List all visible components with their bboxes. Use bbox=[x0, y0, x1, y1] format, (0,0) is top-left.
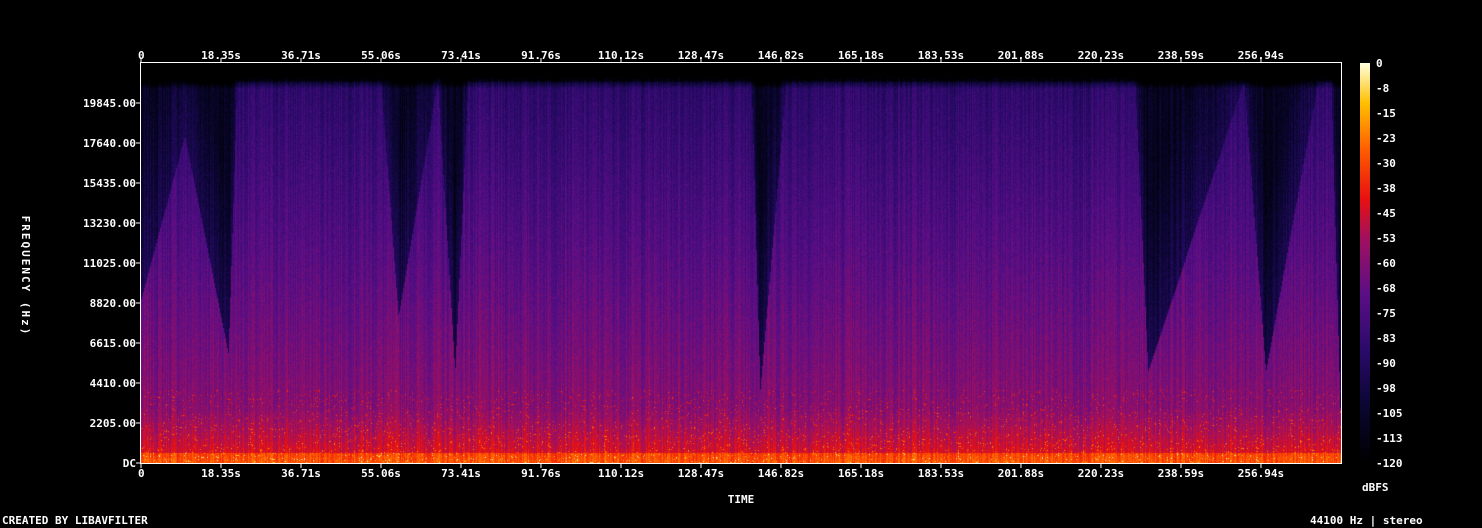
y-axis-label: FREQUENCY (Hz) bbox=[19, 216, 32, 337]
x-tick-label-bottom: 146.82s bbox=[758, 467, 804, 480]
colorbar-label: dBFS bbox=[1362, 481, 1389, 494]
colorbar-tick-label: -98 bbox=[1376, 382, 1396, 395]
colorbar-tick-label: -68 bbox=[1376, 282, 1396, 295]
colorbar-tick-label: -15 bbox=[1376, 107, 1396, 120]
colorbar bbox=[1360, 63, 1370, 463]
y-tick-label: 15435.00 bbox=[83, 177, 136, 190]
y-tick-label: 17640.00 bbox=[83, 137, 136, 150]
colorbar-tick-label: -30 bbox=[1376, 157, 1396, 170]
colorbar-tick-label: -53 bbox=[1376, 232, 1396, 245]
x-tick-label-bottom: 110.12s bbox=[598, 467, 644, 480]
colorbar-tick-label: -38 bbox=[1376, 182, 1396, 195]
x-tick-label-bottom: 73.41s bbox=[441, 467, 481, 480]
x-tick-label-bottom: 0 bbox=[138, 467, 145, 480]
colorbar-tick-label: -23 bbox=[1376, 132, 1396, 145]
y-tick-label: 8820.00 bbox=[90, 297, 136, 310]
x-tick-label-bottom: 55.06s bbox=[361, 467, 401, 480]
x-tick-label-bottom: 36.71s bbox=[281, 467, 321, 480]
y-tick-label: DC bbox=[123, 457, 136, 470]
colorbar-tick-label: -113 bbox=[1376, 432, 1403, 445]
colorbar-tick-label: -105 bbox=[1376, 407, 1403, 420]
y-tick-label: 13230.00 bbox=[83, 217, 136, 230]
colorbar-tick-label: 0 bbox=[1376, 57, 1383, 70]
y-tick-label: 11025.00 bbox=[83, 257, 136, 270]
colorbar-tick-label: -83 bbox=[1376, 332, 1396, 345]
colorbar-tick-label: -8 bbox=[1376, 82, 1389, 95]
colorbar-tick-label: -90 bbox=[1376, 357, 1396, 370]
x-tick-label-bottom: 220.23s bbox=[1078, 467, 1124, 480]
x-tick-label-bottom: 201.88s bbox=[998, 467, 1044, 480]
y-tick-label: 6615.00 bbox=[90, 337, 136, 350]
colorbar-tick-label: -45 bbox=[1376, 207, 1396, 220]
x-tick-label-bottom: 238.59s bbox=[1158, 467, 1204, 480]
y-tick-label: 2205.00 bbox=[90, 417, 136, 430]
x-tick-label-bottom: 91.76s bbox=[521, 467, 561, 480]
colorbar-tick-label: -60 bbox=[1376, 257, 1396, 270]
x-tick-label-bottom: 165.18s bbox=[838, 467, 884, 480]
y-tick-label: 4410.00 bbox=[90, 377, 136, 390]
y-tick-label: 19845.00 bbox=[83, 97, 136, 110]
x-axis-label: TIME bbox=[728, 493, 755, 506]
colorbar-tick-label: -120 bbox=[1376, 457, 1403, 470]
x-tick-label-bottom: 256.94s bbox=[1238, 467, 1284, 480]
x-tick-label-bottom: 128.47s bbox=[678, 467, 724, 480]
spectrogram-image bbox=[141, 63, 1341, 463]
credit-text: CREATED BY LIBAVFILTER bbox=[2, 514, 148, 527]
sample-rate-text: 44100 Hz | stereo bbox=[1310, 514, 1423, 527]
x-tick-label-bottom: 18.35s bbox=[201, 467, 241, 480]
colorbar-tick-label: -75 bbox=[1376, 307, 1396, 320]
x-tick-label-bottom: 183.53s bbox=[918, 467, 964, 480]
